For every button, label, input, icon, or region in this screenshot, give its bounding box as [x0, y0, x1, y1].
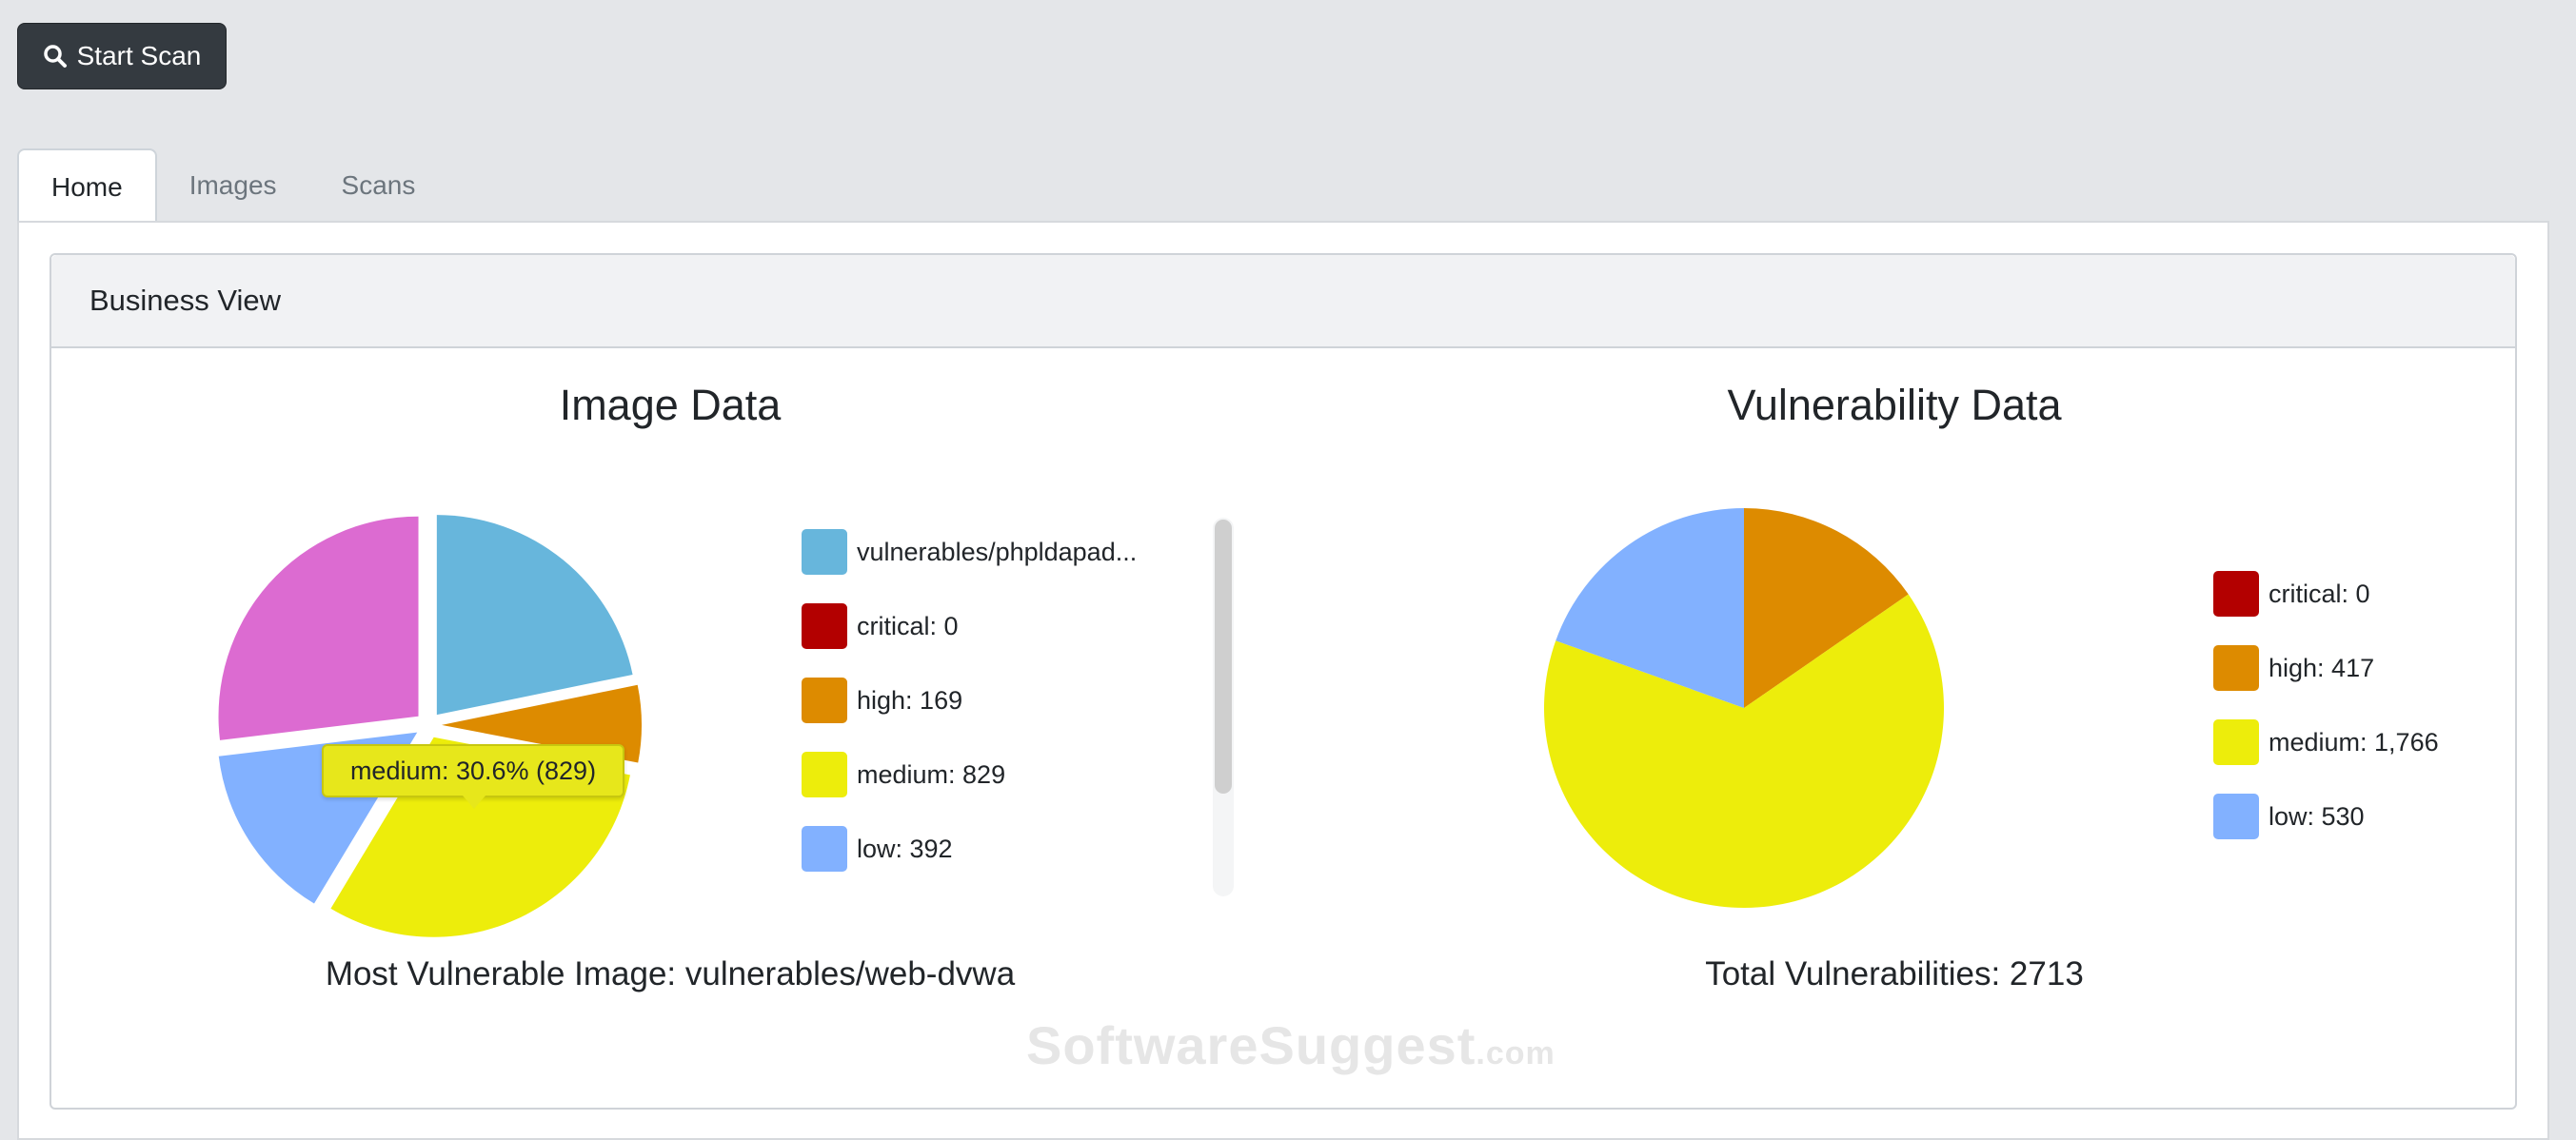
pie-slice-other[interactable] [218, 516, 419, 740]
legend-swatch [2213, 719, 2259, 765]
search-icon [43, 44, 68, 69]
vuln-legend-item[interactable]: low: 530 [2213, 794, 2365, 839]
image-chart-title: Image Data [559, 381, 782, 429]
start-scan-button[interactable]: Start Scan [17, 23, 227, 89]
legend-swatch [802, 752, 847, 797]
image-legend-item[interactable]: low: 392 [802, 826, 953, 872]
legend-swatch [802, 678, 847, 723]
legend-swatch [2213, 645, 2259, 691]
start-scan-label: Start Scan [76, 41, 202, 70]
legend-swatch [802, 529, 847, 575]
image-data-pie[interactable] [190, 487, 666, 963]
most-vulnerable-image: Most Vulnerable Image: vulnerables/web-d… [325, 955, 1016, 993]
legend-swatch [2213, 571, 2259, 617]
image-legend-item[interactable]: high: 169 [802, 678, 962, 723]
vuln-chart-title: Vulnerability Data [1727, 381, 2062, 429]
image-legend-item[interactable]: medium: 829 [802, 752, 1005, 797]
legend-label: medium: 1,766 [2269, 727, 2439, 757]
total-vulnerabilities: Total Vulnerabilities: 2713 [1705, 955, 2084, 993]
tab-bar: Home Images Scans [17, 148, 448, 225]
legend-label: low: 530 [2269, 801, 2365, 831]
legend-label: critical: 0 [2269, 579, 2370, 608]
legend-label: high: 417 [2269, 653, 2375, 682]
legend-label: high: 169 [857, 685, 963, 715]
legend-swatch [802, 603, 847, 649]
legend-label: critical: 0 [857, 611, 959, 640]
vulnerability-data-pie[interactable] [1542, 506, 1946, 910]
legend-swatch [802, 826, 847, 872]
pie-tooltip: medium: 30.6% (829) [322, 744, 624, 809]
vuln-legend-item[interactable]: critical: 0 [2213, 571, 2370, 617]
scroll-thumb[interactable] [1215, 520, 1232, 794]
legend-label: low: 392 [857, 834, 953, 863]
card-title: Business View [51, 255, 2515, 348]
legend-swatch [2213, 794, 2259, 839]
image-legend-item[interactable]: vulnerables/phpldapad... [802, 529, 1137, 575]
legend-scrollbar[interactable] [1213, 518, 1234, 896]
tab-home[interactable]: Home [17, 148, 157, 225]
image-legend-item[interactable]: critical: 0 [802, 603, 959, 649]
vuln-legend-item[interactable]: medium: 1,766 [2213, 719, 2439, 765]
legend-label: vulnerables/phpldapad... [857, 537, 1138, 566]
tab-images[interactable]: Images [157, 148, 309, 223]
vuln-legend-item[interactable]: high: 417 [2213, 645, 2374, 691]
legend-label: medium: 829 [857, 759, 1006, 789]
tab-scans[interactable]: Scans [309, 148, 448, 223]
pie-slice-vulnerables-phpldapad[interactable] [436, 515, 633, 716]
watermark-logo: SoftwareSuggest.com [1026, 1015, 1556, 1075]
